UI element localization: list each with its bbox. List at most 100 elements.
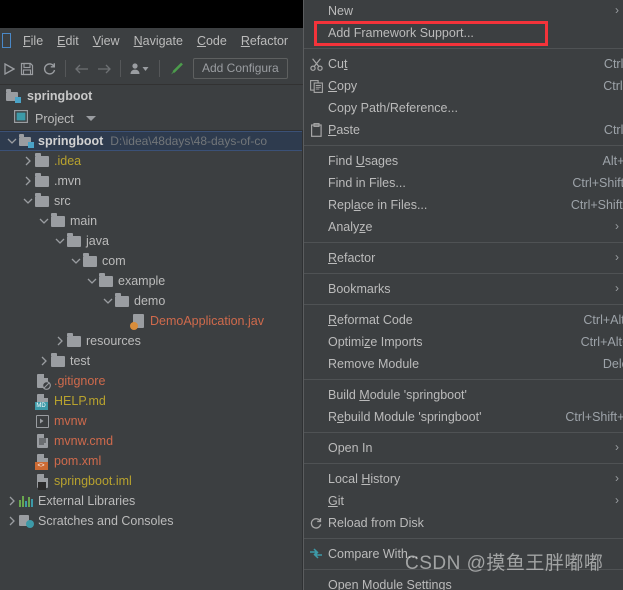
- tree-row[interactable]: .gitignore: [0, 371, 302, 391]
- tree-row[interactable]: DemoApplication.jav: [0, 311, 302, 331]
- tree-node-label: resources: [86, 334, 141, 348]
- menu-item-reload-from-disk[interactable]: Reload from Disk: [304, 512, 623, 534]
- tree-row[interactable]: src: [0, 191, 302, 211]
- tree-row[interactable]: resources: [0, 331, 302, 351]
- tree-row[interactable]: demo: [0, 291, 302, 311]
- run-configuration-selector[interactable]: Add Configura: [193, 58, 288, 79]
- menubar-item-edit[interactable]: Edit: [50, 32, 86, 50]
- tree-row[interactable]: main: [0, 211, 302, 231]
- save-icon[interactable]: [16, 58, 38, 80]
- menu-item-label: Remove Module: [328, 357, 420, 371]
- tree-expand-arrow-right[interactable]: [21, 175, 34, 188]
- menu-item-label: Copy: [328, 79, 358, 93]
- main-menubar: File Edit View Navigate Code Refactor: [0, 28, 303, 53]
- menu-item-shortcut: Ctrl+Shift+F9: [565, 410, 623, 424]
- tree-row[interactable]: Scratches and Consoles: [0, 511, 302, 531]
- menubar-item-code[interactable]: Code: [190, 32, 234, 50]
- menu-item-reformat-code[interactable]: Reformat Code Ctrl+Alt+L: [304, 309, 623, 331]
- menu-item-bookmarks[interactable]: Bookmarks ›: [304, 278, 623, 300]
- tree-expand-arrow-down[interactable]: [69, 255, 82, 268]
- context-menu[interactable]: New › Add Framework Support... Cut Ctrl+X Cop…: [303, 0, 623, 590]
- copy-icon: [304, 79, 328, 93]
- menubar-item-refactor[interactable]: Refactor: [234, 32, 295, 50]
- tree-expand-arrow-down[interactable]: [53, 235, 66, 248]
- tree-row[interactable]: mvnw: [0, 411, 302, 431]
- tree-row[interactable]: MD HELP.md: [0, 391, 302, 411]
- menu-item-copy-path-reference[interactable]: Copy Path/Reference...: [304, 97, 623, 119]
- menu-item-find-in-files[interactable]: Find in Files... Ctrl+Shift+F: [304, 172, 623, 194]
- project-window-icon: [14, 109, 29, 128]
- menu-item-open-module-settings[interactable]: Open Module SettingsF4: [304, 574, 623, 590]
- menu-item-local-history[interactable]: Local History ›: [304, 468, 623, 490]
- tree-expand-arrow-right[interactable]: [5, 515, 18, 528]
- module-folder-icon: [6, 88, 21, 103]
- menubar-item-file[interactable]: File: [16, 32, 50, 50]
- tree-row[interactable]: java: [0, 231, 302, 251]
- chevron-down-icon[interactable]: [85, 116, 96, 121]
- submenu-chevron-icon: ›: [615, 250, 619, 264]
- tree-expand-arrow-right[interactable]: [37, 355, 50, 368]
- tree-expand-arrow-down[interactable]: [21, 195, 34, 208]
- scratches-icon: [18, 514, 34, 528]
- menu-item-paste[interactable]: Paste Ctrl+V: [304, 119, 623, 141]
- tree-expand-arrow-down[interactable]: [85, 275, 98, 288]
- toolbar-separator: [65, 60, 66, 77]
- tree-row[interactable]: mvnw.cmd: [0, 431, 302, 451]
- submenu-chevron-icon: ›: [615, 219, 619, 233]
- menu-separator: [304, 432, 623, 433]
- tree-row[interactable]: test: [0, 351, 302, 371]
- menu-item-analyze[interactable]: Analyze ›: [304, 216, 623, 238]
- menu-item-rebuild-module-springboot[interactable]: Rebuild Module 'springboot' Ctrl+Shift+F9: [304, 406, 623, 428]
- menu-item-label: Compare With...: [328, 547, 419, 561]
- menu-separator: [304, 273, 623, 274]
- menu-item-cut[interactable]: Cut Ctrl+X: [304, 53, 623, 75]
- build-icon[interactable]: [165, 58, 187, 80]
- tree-expand-arrow-right[interactable]: [5, 495, 18, 508]
- tree-expand-arrow-down[interactable]: [101, 295, 114, 308]
- tree-expand-arrow-down[interactable]: [37, 215, 50, 228]
- tree-row[interactable]: <> pom.xml: [0, 451, 302, 471]
- menu-item-new[interactable]: New ›: [304, 0, 623, 22]
- tree-row[interactable]: example: [0, 271, 302, 291]
- menubar-item-view[interactable]: View: [86, 32, 127, 50]
- tree-row[interactable]: External Libraries: [0, 491, 302, 511]
- tree-expand-arrow-right[interactable]: [53, 335, 66, 348]
- folder-icon: [35, 152, 49, 167]
- project-tab-label[interactable]: Project: [35, 112, 74, 126]
- menu-item-shortcut: Ctrl+Shift+F: [572, 176, 623, 190]
- tree-node-label: demo: [134, 294, 166, 308]
- menu-item-label: Add Framework Support...: [328, 26, 474, 40]
- app-logo-badge: [2, 33, 11, 48]
- tree-row[interactable]: springboot.iml: [0, 471, 302, 491]
- folder-icon: [115, 292, 129, 307]
- menu-item-build-module-springboot[interactable]: Build Module 'springboot': [304, 384, 623, 406]
- menu-item-optimize-imports[interactable]: Optimize Imports Ctrl+Alt+O: [304, 331, 623, 353]
- run-icon[interactable]: [2, 58, 16, 80]
- forward-arrow-icon[interactable]: [93, 58, 115, 80]
- menu-item-remove-module[interactable]: Remove Module Delete: [304, 353, 623, 375]
- menubar-item-navigate[interactable]: Navigate: [127, 32, 190, 50]
- menu-item-copy[interactable]: Copy Ctrl+C: [304, 75, 623, 97]
- menu-item-git[interactable]: Git ›: [304, 490, 623, 512]
- menu-item-find-usages[interactable]: Find Usages Alt+F7: [304, 150, 623, 172]
- project-tree[interactable]: springboot D:\idea\48days\48-days-of-co .i…: [0, 131, 303, 590]
- menu-item-add-framework-support[interactable]: Add Framework Support...: [304, 22, 623, 44]
- tree-row[interactable]: .idea: [0, 151, 302, 171]
- tree-expand-arrow-down[interactable]: [5, 135, 18, 148]
- tree-row[interactable]: .mvn: [0, 171, 302, 191]
- profile-dropdown-icon[interactable]: [126, 58, 154, 80]
- folder-icon: [35, 172, 49, 187]
- menu-item-compare-with[interactable]: Compare With...: [304, 543, 623, 565]
- back-arrow-icon[interactable]: [71, 58, 93, 80]
- tree-row[interactable]: com: [0, 251, 302, 271]
- menu-item-open-in[interactable]: Open In ›: [304, 437, 623, 459]
- menu-item-label: Git: [328, 494, 344, 508]
- menu-item-label: Rebuild Module 'springboot': [328, 410, 482, 424]
- menu-separator: [304, 48, 623, 49]
- menu-item-refactor[interactable]: Refactor ›: [304, 247, 623, 269]
- sync-icon[interactable]: [38, 58, 60, 80]
- tree-expand-arrow-right[interactable]: [21, 155, 34, 168]
- menu-item-replace-in-files[interactable]: Replace in Files... Ctrl+Shift+R: [304, 194, 623, 216]
- tree-row[interactable]: springboot D:\idea\48days\48-days-of-co: [0, 131, 302, 151]
